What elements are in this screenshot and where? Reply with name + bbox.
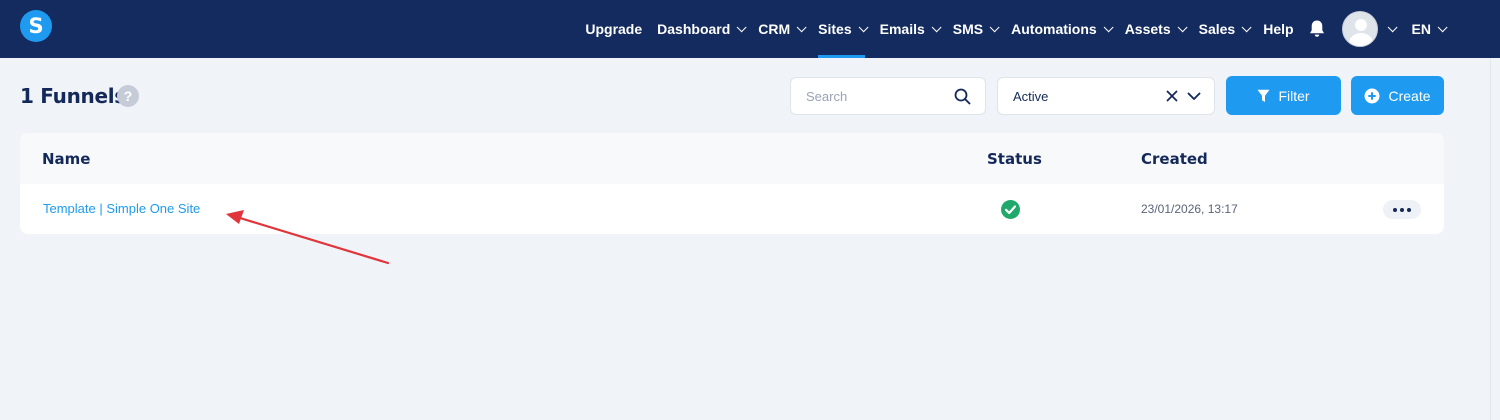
chevron-down-icon [931, 21, 942, 32]
nav-label: Sales [1198, 21, 1236, 37]
page-scrollbar[interactable] [1490, 58, 1500, 420]
chevron-down-icon [1103, 21, 1114, 32]
main-nav: Upgrade Dashboard CRM Sites Emails SMS A… [570, 0, 1448, 58]
chevron-down-icon [1177, 21, 1188, 32]
bell-icon[interactable] [1308, 19, 1326, 39]
more-dots-icon [1393, 207, 1397, 212]
created-date: 23/01/2026, 13:17 [1141, 202, 1238, 216]
nav-item-help[interactable]: Help [1263, 0, 1293, 58]
nav-label: Sites [818, 21, 852, 37]
language-label: EN [1411, 21, 1431, 37]
chevron-down-icon [989, 21, 1000, 32]
create-button[interactable]: Create [1351, 76, 1444, 115]
chevron-down-icon[interactable] [1187, 90, 1201, 102]
chevron-down-icon [1241, 21, 1252, 32]
nav-item-emails[interactable]: Emails [879, 0, 942, 58]
nav-item-dashboard[interactable]: Dashboard [657, 0, 747, 58]
clear-icon[interactable] [1165, 89, 1179, 103]
chevron-down-icon [736, 21, 747, 32]
nav-item-sms[interactable]: SMS [952, 0, 1000, 58]
status-filter-value: Active [1013, 89, 1049, 104]
nav-label: CRM [758, 21, 791, 37]
nav-label: Upgrade [585, 21, 643, 37]
table-header: Name Status Created [20, 133, 1444, 184]
user-avatar[interactable] [1341, 11, 1378, 47]
nav-label: Automations [1011, 21, 1097, 37]
nav-label: Dashboard [657, 21, 731, 37]
plus-circle-icon [1364, 88, 1380, 103]
filter-button[interactable]: Filter [1226, 76, 1341, 115]
search-box [790, 77, 986, 115]
nav-label: Assets [1124, 21, 1171, 37]
check-circle-icon [1001, 200, 1020, 219]
nav-item-automations[interactable]: Automations [1011, 0, 1114, 58]
nav-label: Help [1263, 21, 1294, 37]
nav-item-assets[interactable]: Assets [1124, 0, 1188, 58]
row-actions-button[interactable] [1383, 200, 1421, 219]
funnel-icon [1257, 89, 1270, 102]
funnel-name-link[interactable]: Template | Simple One Site [43, 201, 200, 216]
help-icon[interactable]: ? [117, 85, 139, 107]
nav-item-sales[interactable]: Sales [1198, 0, 1252, 58]
column-header-created: Created [1141, 150, 1208, 168]
chevron-down-icon [1437, 21, 1448, 32]
nav-label: Emails [879, 21, 925, 37]
nav-label: SMS [952, 21, 984, 37]
avatar-chevron-down-icon[interactable] [1387, 21, 1398, 32]
table-row: Template | Simple One Site 23/01/2026, 1… [20, 184, 1444, 234]
chevron-down-icon [796, 21, 807, 32]
brand-logo[interactable]: S [20, 10, 52, 42]
search-input[interactable] [791, 78, 951, 114]
chevron-down-icon [858, 21, 869, 32]
funnels-table: Name Status Created Template | Simple On… [20, 133, 1444, 234]
nav-item-sites[interactable]: Sites [818, 0, 869, 58]
language-selector[interactable]: EN [1411, 0, 1448, 58]
column-header-status: Status [987, 150, 1042, 168]
nav-item-crm[interactable]: CRM [758, 0, 807, 58]
status-filter-select[interactable]: Active [997, 77, 1215, 115]
top-nav-bar: S Upgrade Dashboard CRM Sites Emails SMS… [0, 0, 1500, 58]
create-button-label: Create [1388, 87, 1431, 104]
nav-item-upgrade[interactable]: Upgrade [585, 0, 642, 58]
column-header-name: Name [42, 150, 91, 168]
page-title: 1 Funnels [20, 84, 126, 108]
search-icon[interactable] [954, 88, 971, 105]
filter-button-label: Filter [1278, 87, 1310, 104]
